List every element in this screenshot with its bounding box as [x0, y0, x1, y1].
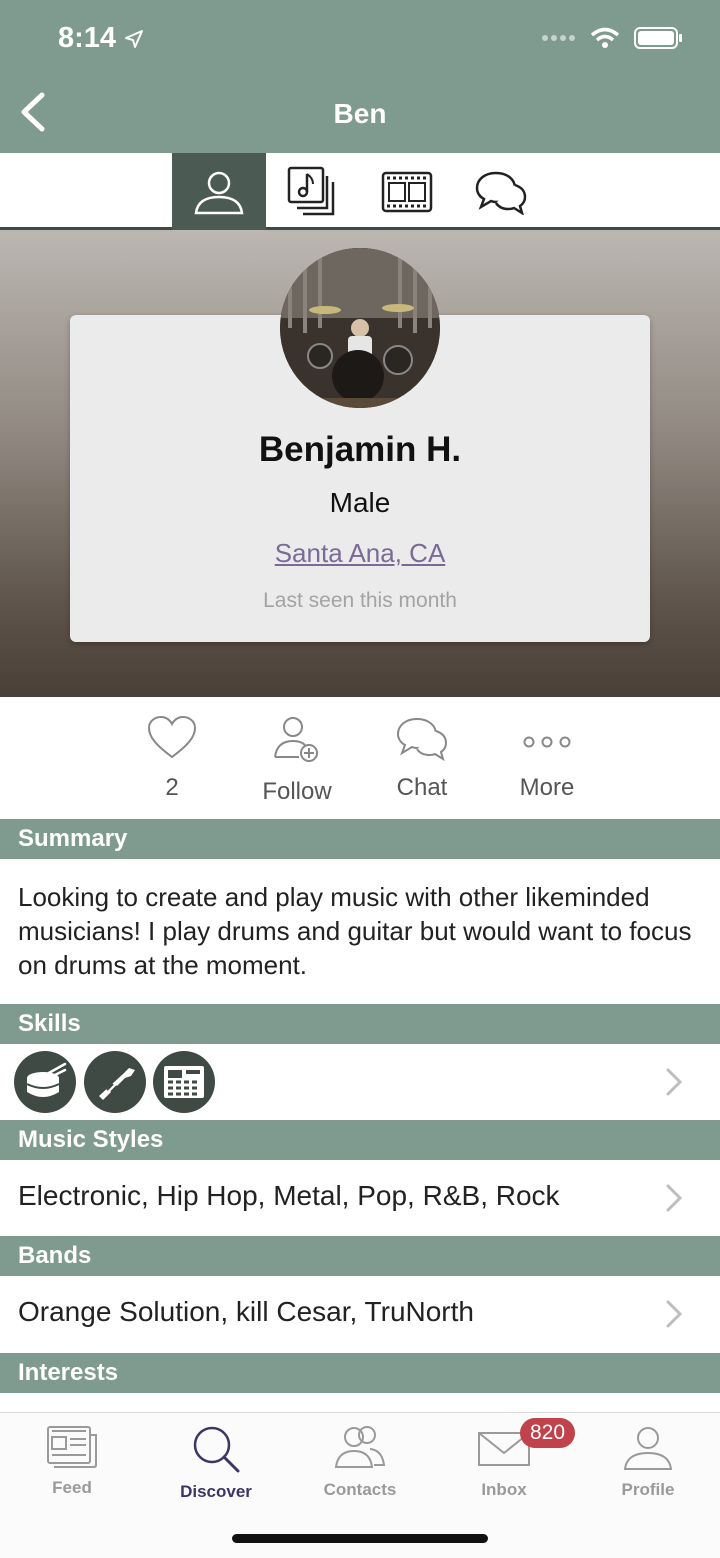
skill-drum-machine: [153, 1051, 215, 1113]
person-icon: [623, 1427, 673, 1470]
like-button[interactable]: 2: [112, 715, 232, 802]
more-label: More: [519, 774, 575, 801]
profile-tabbar: [0, 153, 720, 230]
likes-count: 2: [165, 774, 179, 801]
drum-icon: [26, 1062, 67, 1097]
wifi-icon: [590, 27, 620, 48]
bands-header: Bands: [0, 1236, 720, 1276]
contacts-icon: [334, 1426, 386, 1468]
music-styles-header: Music Styles: [0, 1120, 720, 1160]
drummer-photo: [280, 248, 440, 408]
follow-label: Follow: [262, 778, 332, 805]
last-seen-text: Last seen this month: [263, 589, 457, 612]
music-styles-text: Electronic, Hip Hop, Metal, Pop, R&B, Ro…: [18, 1180, 560, 1211]
status-bar-time: 8:14: [58, 22, 144, 55]
chevron-right-icon: [666, 1300, 682, 1328]
inbox-badge: 820: [520, 1418, 576, 1448]
tab-profile[interactable]: [172, 153, 266, 230]
battery-icon: [634, 27, 682, 49]
chat-label: Chat: [396, 774, 448, 801]
skills-header: Skills: [0, 1004, 720, 1044]
newspaper-icon: [47, 1426, 97, 1468]
bands-row[interactable]: Orange Solution, kill Cesar, TruNorth: [0, 1276, 720, 1352]
nav-title: Ben: [333, 98, 387, 129]
skills-row[interactable]: [0, 1044, 720, 1120]
add-person-icon: [274, 717, 318, 762]
profile-gender: Male: [329, 487, 391, 518]
avatar[interactable]: [280, 248, 440, 408]
heart-icon: [147, 715, 197, 759]
bottom-tab-profile[interactable]: Profile: [576, 1425, 720, 1500]
signal-icon: [542, 35, 575, 41]
home-indicator[interactable]: [232, 1534, 488, 1543]
bottom-tab-discover[interactable]: Discover: [144, 1425, 288, 1502]
skill-guitar: [84, 1051, 146, 1113]
tab-discussion[interactable]: [454, 153, 548, 230]
tab-video[interactable]: [360, 153, 454, 230]
interests-header: Interests: [0, 1353, 720, 1393]
more-dots-icon: [523, 736, 571, 748]
bottom-tab-contacts-label: Contacts: [323, 1480, 397, 1499]
follow-button[interactable]: Follow: [237, 715, 357, 806]
chevron-right-icon: [666, 1184, 682, 1212]
bottom-tab-profile-label: Profile: [621, 1480, 675, 1499]
nav-header: 8:14 Ben: [0, 0, 720, 153]
profile-name: Benjamin H.: [258, 430, 462, 469]
bottom-tab-inbox-label: Inbox: [481, 1480, 527, 1499]
bottom-tab-contacts[interactable]: Contacts: [288, 1425, 432, 1500]
search-icon: [193, 1426, 240, 1473]
music-styles-row[interactable]: Electronic, Hip Hop, Metal, Pop, R&B, Ro…: [0, 1160, 720, 1236]
chat-button[interactable]: Chat: [362, 715, 482, 802]
status-bar-indicators: [542, 26, 684, 50]
summary-text: Looking to create and play music with ot…: [18, 882, 692, 980]
profile-hero: Benjamin H. Male Santa Ana, CA Last seen…: [0, 230, 720, 697]
profile-actions: 2 Follow Chat More: [0, 697, 720, 819]
skill-drums: [14, 1051, 76, 1113]
tab-music[interactable]: [266, 153, 360, 230]
status-time-text: 8:14: [58, 22, 117, 54]
chat-bubbles-icon: [475, 171, 527, 215]
drum-machine-icon: [164, 1066, 204, 1098]
music-notes-icon: [287, 166, 335, 215]
person-icon: [194, 171, 244, 214]
bottom-tab-feed-label: Feed: [52, 1478, 92, 1497]
bottom-tab-feed[interactable]: Feed: [0, 1425, 144, 1498]
bottom-tab-discover-label: Discover: [180, 1482, 252, 1501]
chat-icon: [396, 717, 448, 762]
guitar-icon: [99, 1068, 135, 1100]
location-arrow-icon: [125, 29, 144, 48]
more-button[interactable]: More: [487, 715, 607, 802]
summary-header: Summary: [0, 819, 720, 859]
film-strip-icon: [381, 171, 433, 212]
chevron-right-icon: [666, 1068, 682, 1096]
profile-location-link[interactable]: Santa Ana, CA: [70, 538, 650, 569]
bands-text: Orange Solution, kill Cesar, TruNorth: [18, 1296, 474, 1327]
